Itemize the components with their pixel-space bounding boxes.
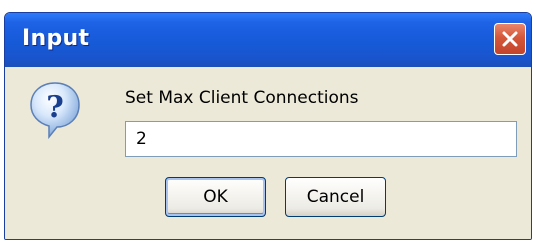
dialog-title: Input [22, 26, 90, 51]
close-button[interactable] [494, 23, 526, 55]
cancel-button[interactable]: Cancel [285, 177, 386, 217]
prompt-label: Set Max Client Connections [125, 88, 359, 108]
question-icon: ? [30, 82, 80, 140]
input-dialog: Input ? Set Max Client Connections OK Ca… [4, 12, 532, 240]
max-connections-input[interactable] [125, 121, 517, 157]
svg-text:?: ? [46, 90, 64, 125]
close-icon [502, 31, 518, 47]
ok-button[interactable]: OK [165, 177, 266, 217]
dialog-body: ? Set Max Client Connections OK Cancel [5, 67, 531, 239]
title-bar[interactable]: Input [5, 13, 531, 67]
